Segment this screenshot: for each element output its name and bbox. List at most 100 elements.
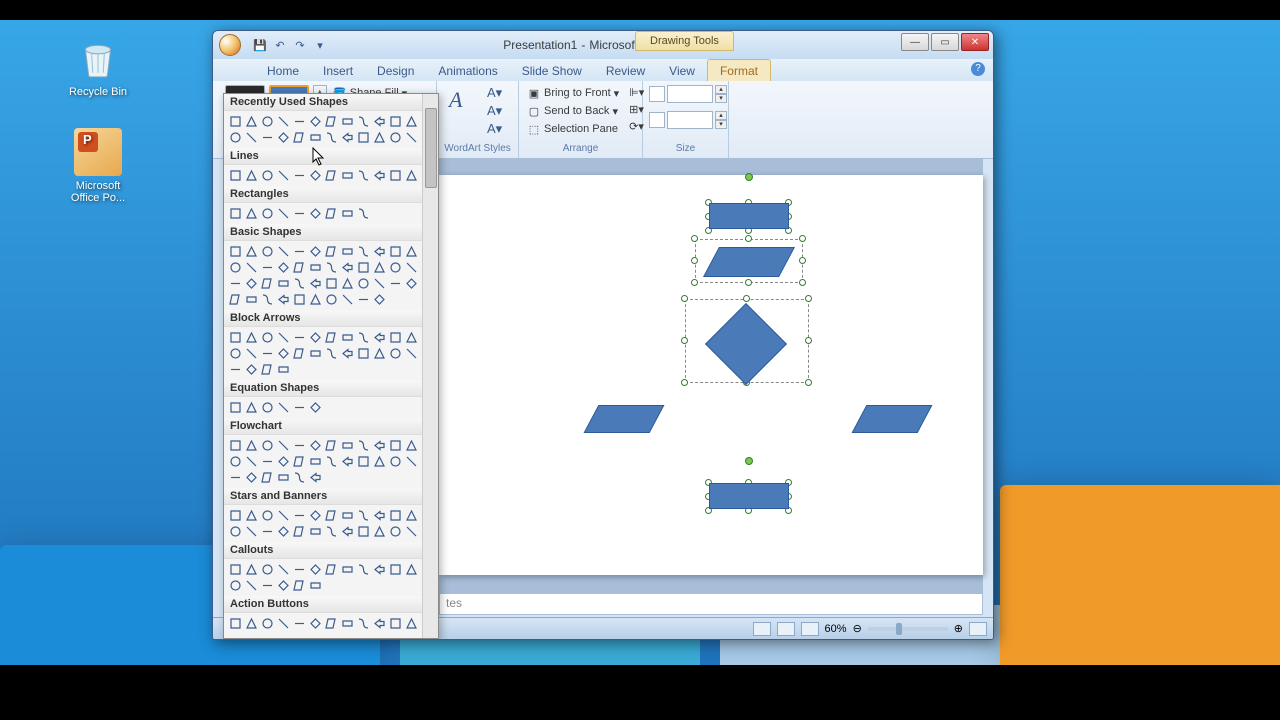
shape-option[interactable] xyxy=(356,168,371,183)
shape-option[interactable] xyxy=(292,168,307,183)
shape-option[interactable] xyxy=(372,524,387,539)
shape-option[interactable] xyxy=(308,292,323,307)
shape-option[interactable] xyxy=(260,470,275,485)
tab-review[interactable]: Review xyxy=(594,60,657,81)
notes-pane[interactable]: tes xyxy=(439,593,983,615)
shape-option[interactable] xyxy=(308,562,323,577)
shape-option[interactable] xyxy=(260,168,275,183)
shape-option[interactable] xyxy=(244,400,259,415)
shape-option[interactable] xyxy=(324,114,339,129)
shape-option[interactable] xyxy=(244,206,259,221)
shape-option[interactable] xyxy=(404,244,419,259)
send-to-back-button[interactable]: ▢Send to Back ▾ xyxy=(525,103,621,119)
office-button[interactable] xyxy=(213,31,247,59)
tab-animations[interactable]: Animations xyxy=(426,60,509,81)
shape-option[interactable] xyxy=(228,470,243,485)
slide-canvas[interactable] xyxy=(439,175,983,575)
shape-option[interactable] xyxy=(276,292,291,307)
shape-option[interactable] xyxy=(228,346,243,361)
shape-option[interactable] xyxy=(276,130,291,145)
flowchart-data-3[interactable] xyxy=(852,405,933,433)
shape-option[interactable] xyxy=(228,562,243,577)
shape-option[interactable] xyxy=(372,508,387,523)
shape-option[interactable] xyxy=(292,454,307,469)
shape-option[interactable] xyxy=(372,454,387,469)
shape-option[interactable] xyxy=(292,114,307,129)
shape-option[interactable] xyxy=(228,206,243,221)
shape-option[interactable] xyxy=(292,562,307,577)
shape-option[interactable] xyxy=(324,260,339,275)
shape-option[interactable] xyxy=(228,114,243,129)
shape-option[interactable] xyxy=(356,276,371,291)
shape-option[interactable] xyxy=(340,330,355,345)
shape-option[interactable] xyxy=(244,616,259,631)
shape-option[interactable] xyxy=(388,260,403,275)
tab-format[interactable]: Format xyxy=(707,59,771,81)
shape-option[interactable] xyxy=(324,346,339,361)
zoom-in-button[interactable]: ⊕ xyxy=(954,622,963,635)
shape-option[interactable] xyxy=(388,276,403,291)
shape-option[interactable] xyxy=(324,292,339,307)
shape-option[interactable] xyxy=(276,454,291,469)
flowchart-process-2[interactable] xyxy=(709,483,789,509)
shape-option[interactable] xyxy=(372,260,387,275)
shape-option[interactable] xyxy=(324,244,339,259)
shape-option[interactable] xyxy=(388,330,403,345)
text-fill-button[interactable]: A▾ xyxy=(487,85,502,101)
shape-option[interactable] xyxy=(260,524,275,539)
shape-option[interactable] xyxy=(228,276,243,291)
shape-option[interactable] xyxy=(324,508,339,523)
shape-option[interactable] xyxy=(340,130,355,145)
fit-to-window-button[interactable] xyxy=(969,622,987,636)
shape-option[interactable] xyxy=(228,130,243,145)
shape-option[interactable] xyxy=(388,346,403,361)
shape-option[interactable] xyxy=(308,114,323,129)
shape-option[interactable] xyxy=(356,260,371,275)
shape-option[interactable] xyxy=(244,130,259,145)
shape-option[interactable] xyxy=(276,470,291,485)
shape-option[interactable] xyxy=(244,330,259,345)
shape-option[interactable] xyxy=(260,276,275,291)
shape-option[interactable] xyxy=(372,616,387,631)
shape-option[interactable] xyxy=(404,346,419,361)
shape-option[interactable] xyxy=(276,114,291,129)
shape-option[interactable] xyxy=(228,438,243,453)
shape-option[interactable] xyxy=(260,438,275,453)
shape-option[interactable] xyxy=(228,616,243,631)
shape-option[interactable] xyxy=(308,470,323,485)
shape-option[interactable] xyxy=(340,616,355,631)
height-spinner[interactable]: ▴▾ xyxy=(715,85,727,103)
shape-option[interactable] xyxy=(324,562,339,577)
shape-option[interactable] xyxy=(372,114,387,129)
shape-option[interactable] xyxy=(292,330,307,345)
shape-option[interactable] xyxy=(292,130,307,145)
shape-option[interactable] xyxy=(244,168,259,183)
shape-option[interactable] xyxy=(276,244,291,259)
shape-option[interactable] xyxy=(276,276,291,291)
shape-option[interactable] xyxy=(260,562,275,577)
shape-option[interactable] xyxy=(260,508,275,523)
shape-option[interactable] xyxy=(244,292,259,307)
shape-option[interactable] xyxy=(276,508,291,523)
shape-option[interactable] xyxy=(260,244,275,259)
shape-option[interactable] xyxy=(356,508,371,523)
shape-option[interactable] xyxy=(372,330,387,345)
quick-styles-button[interactable]: A xyxy=(443,85,483,117)
shape-option[interactable] xyxy=(356,114,371,129)
shape-option[interactable] xyxy=(340,346,355,361)
shape-option[interactable] xyxy=(244,438,259,453)
shape-option[interactable] xyxy=(228,260,243,275)
shape-option[interactable] xyxy=(308,400,323,415)
shape-option[interactable] xyxy=(292,508,307,523)
shape-option[interactable] xyxy=(356,524,371,539)
shape-option[interactable] xyxy=(292,524,307,539)
shape-option[interactable] xyxy=(308,276,323,291)
shape-option[interactable] xyxy=(356,206,371,221)
selection-pane-button[interactable]: ⬚Selection Pane xyxy=(525,121,621,137)
shape-option[interactable] xyxy=(388,562,403,577)
recycle-bin-icon[interactable]: Recycle Bin xyxy=(60,34,136,98)
shape-option[interactable] xyxy=(388,168,403,183)
shape-option[interactable] xyxy=(340,454,355,469)
shape-option[interactable] xyxy=(244,346,259,361)
shape-option[interactable] xyxy=(404,508,419,523)
